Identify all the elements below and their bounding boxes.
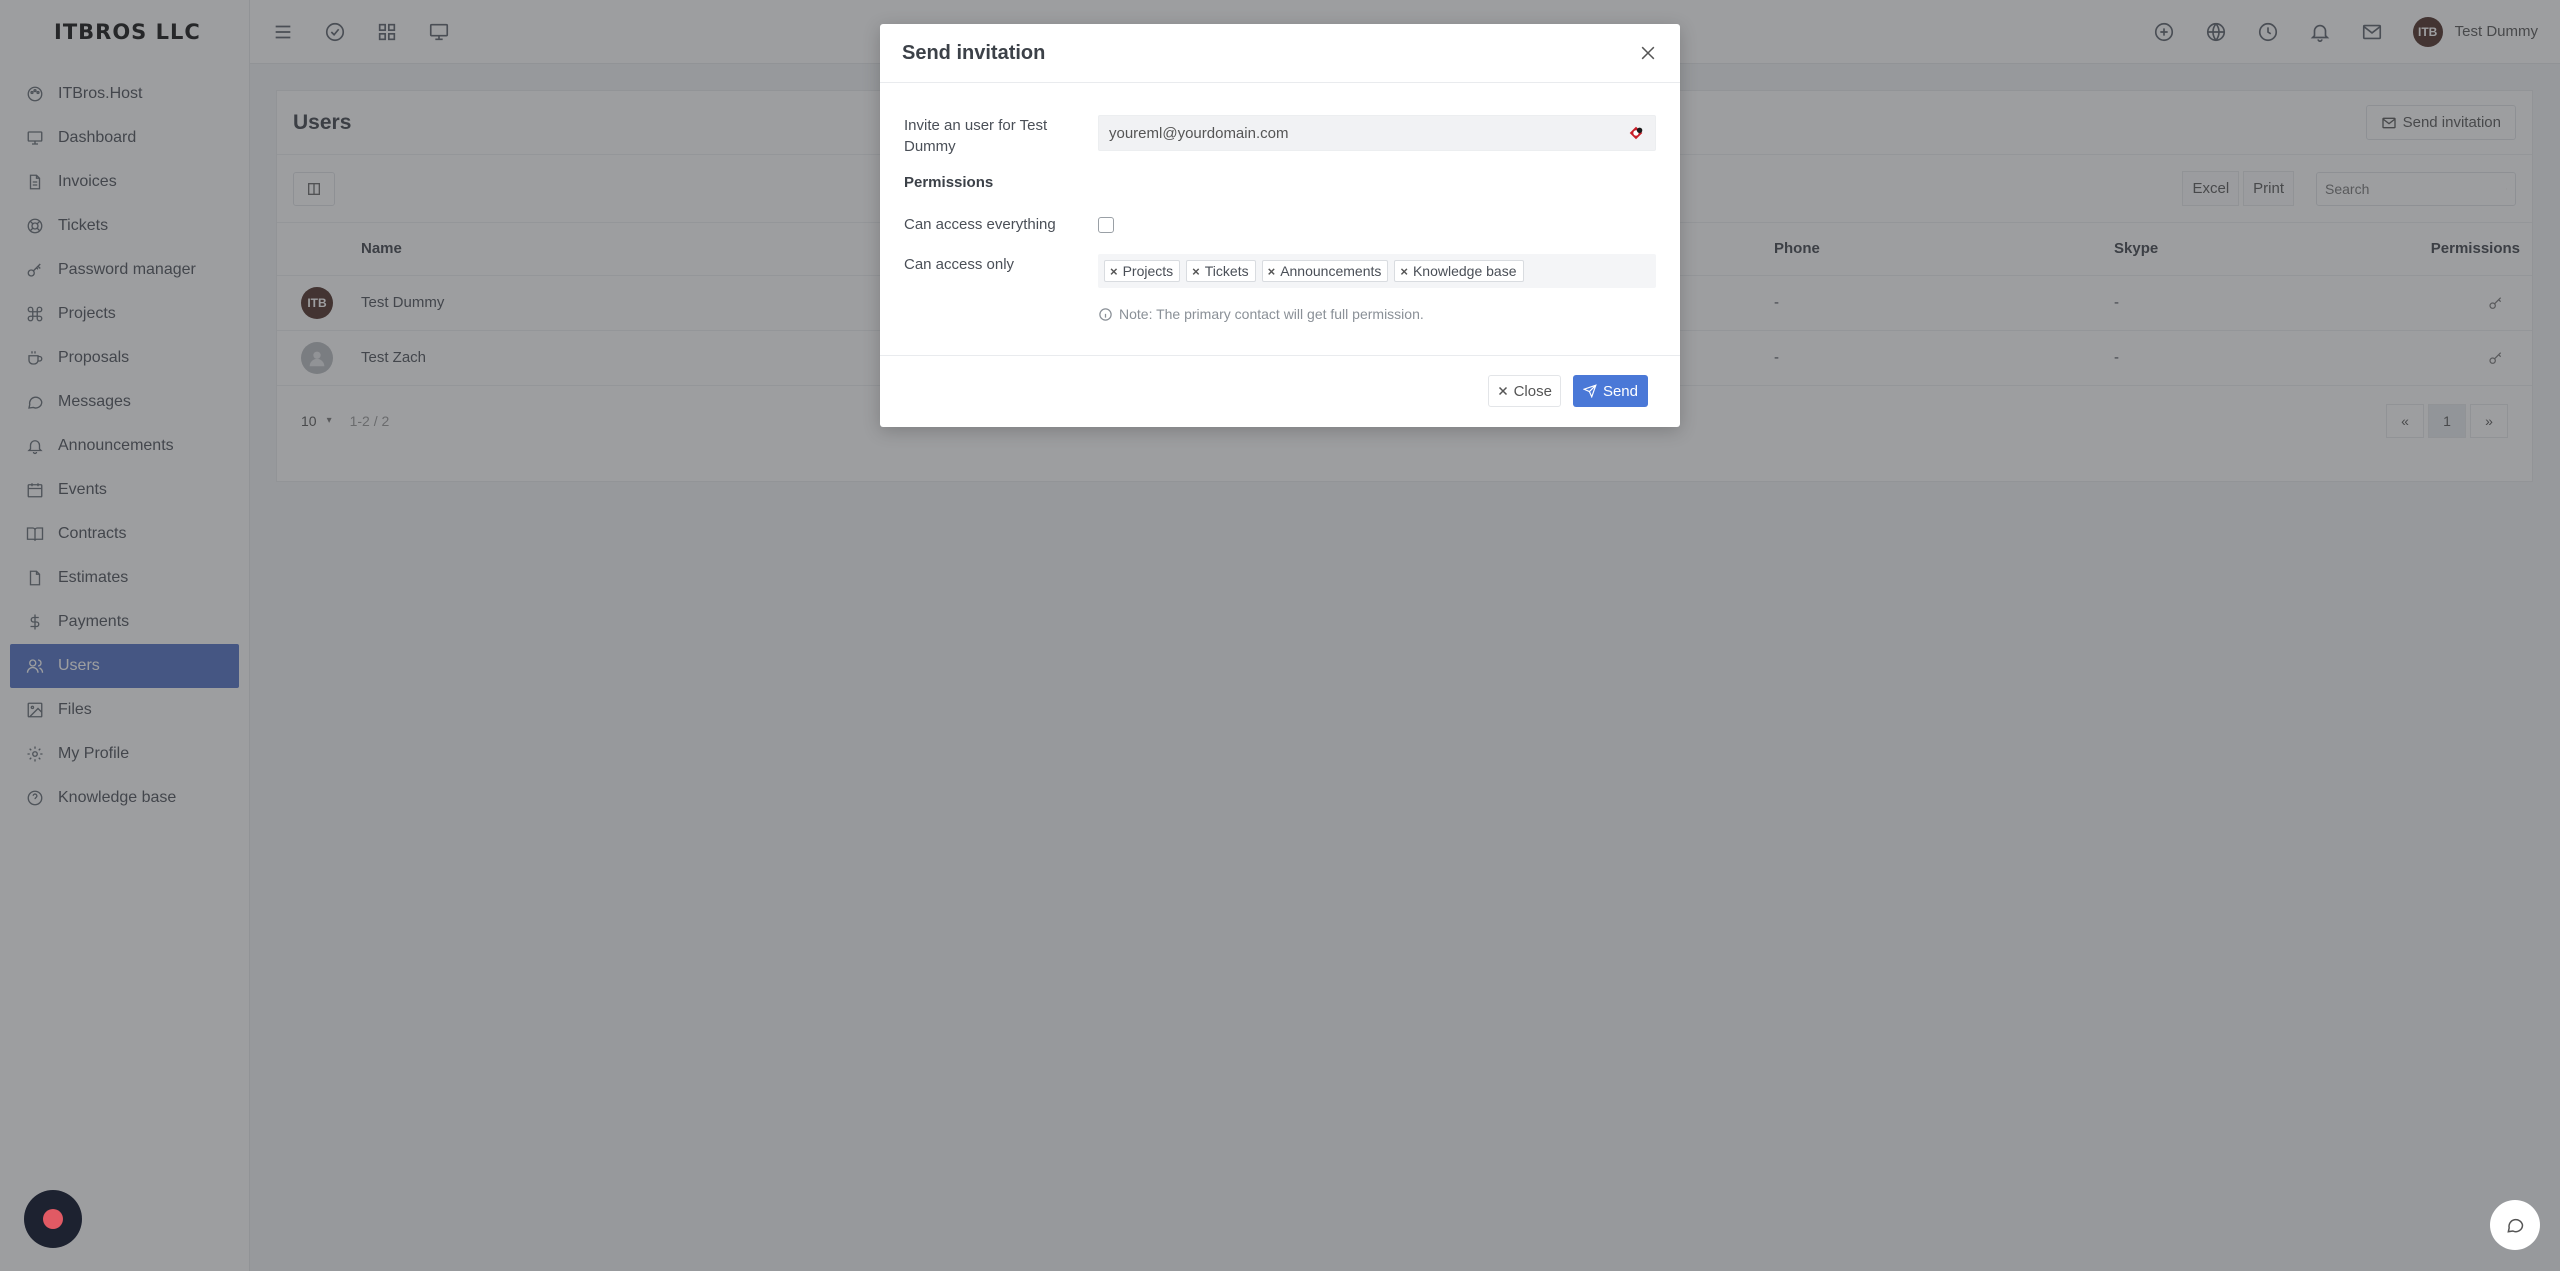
send-button[interactable]: Send: [1572, 375, 1648, 407]
close-icon: [1497, 385, 1509, 397]
tag-announcements: × Announcements: [1261, 260, 1389, 282]
record-widget-button[interactable]: [24, 1190, 82, 1248]
close-button[interactable]: Close: [1487, 375, 1561, 407]
modal-header: Send invitation: [880, 24, 1680, 83]
modal-body: Invite an user for Test Dummy Permission…: [880, 83, 1680, 356]
record-dot-icon: [43, 1209, 63, 1229]
remove-tag-icon[interactable]: ×: [1110, 264, 1118, 279]
tag-projects: × Projects: [1104, 260, 1181, 282]
tag-knowledge-base: × Knowledge base: [1394, 260, 1524, 282]
email-field[interactable]: [1109, 124, 1627, 142]
remove-tag-icon[interactable]: ×: [1400, 264, 1408, 279]
send-invitation-modal: Send invitation Invite an user for Test …: [880, 24, 1680, 427]
access-everything-checkbox[interactable]: [1098, 217, 1114, 233]
send-button-label: Send: [1602, 382, 1638, 400]
modal-footer: Close Send: [880, 356, 1680, 426]
info-icon: [1098, 307, 1113, 322]
password-manager-extension-icon[interactable]: [1627, 124, 1645, 142]
note-text: Note: The primary contact will get full …: [1119, 306, 1424, 322]
modal-title: Send invitation: [902, 41, 1046, 64]
chat-bubble-icon: [2505, 1215, 2525, 1235]
access-everything-label: Can access everything: [904, 216, 1056, 233]
tag-tickets: × Tickets: [1186, 260, 1256, 282]
invite-label: Invite an user for Test Dummy: [904, 117, 1048, 155]
email-field-wrapper: [1098, 115, 1656, 151]
send-icon: [1582, 384, 1597, 398]
close-icon[interactable]: [1638, 43, 1658, 63]
permission-tags-input[interactable]: × Projects × Tickets × Announcements × Knowl…: [1098, 254, 1656, 288]
permissions-heading: Permissions: [904, 174, 994, 191]
remove-tag-icon[interactable]: ×: [1268, 264, 1276, 279]
remove-tag-icon[interactable]: ×: [1192, 264, 1200, 279]
close-button-label: Close: [1513, 382, 1552, 400]
permission-note: Note: The primary contact will get full …: [1098, 306, 1656, 322]
access-only-label: Can access only: [904, 256, 1015, 273]
chat-button[interactable]: [2490, 1200, 2540, 1250]
